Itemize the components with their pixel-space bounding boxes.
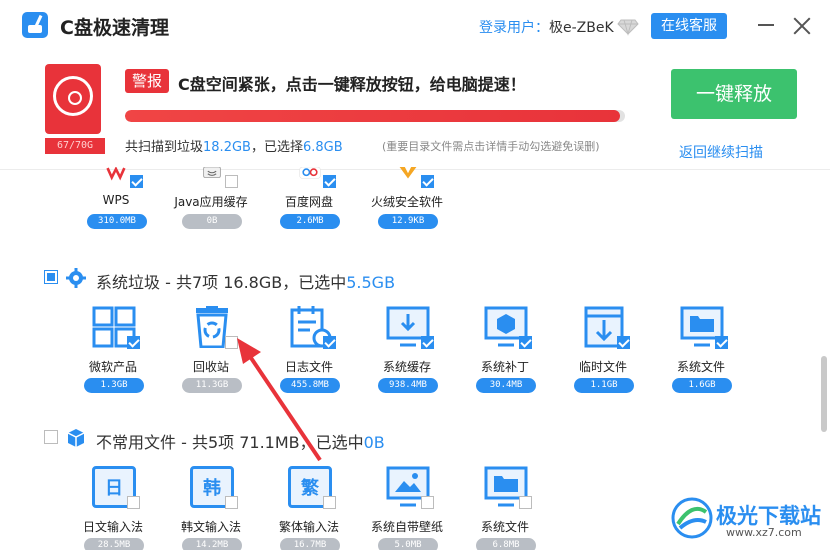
section-checkbox[interactable]	[44, 430, 58, 444]
item-checkbox[interactable]	[617, 336, 630, 349]
summary-total: 18.2GB	[203, 140, 251, 155]
item-checkbox[interactable]	[421, 496, 434, 509]
watermark-logo-icon	[671, 497, 713, 539]
item-size: 14.2MB	[182, 538, 242, 550]
disk-progress-bar	[125, 110, 625, 122]
item-checkbox[interactable]	[323, 496, 336, 509]
item-size: 5.0MB	[378, 538, 438, 550]
user-name[interactable]: 极e-ZBeK	[549, 17, 614, 37]
section-title-text: 系统垃圾 - 共7项 16.8GB，已选中	[96, 273, 347, 292]
section-checkbox[interactable]	[44, 270, 58, 284]
section-title: 系统垃圾 - 共7项 16.8GB，已选中5.5GB	[96, 269, 395, 293]
title-bar: C盘极速清理 登录用户： 极e-ZBeK 在线客服	[0, 0, 830, 52]
item-java-cache[interactable]: Java应用缓存 0B	[170, 167, 252, 237]
item-label: Java应用缓存	[174, 195, 248, 209]
item-temp-files[interactable]: 临时文件 1.1GB	[562, 306, 644, 393]
item-wallpaper[interactable]: 系统自带壁纸 5.0MB	[366, 466, 448, 550]
online-service-button[interactable]: 在线客服	[651, 13, 727, 39]
item-wps[interactable]: WPS 310.0MB	[75, 167, 157, 237]
item-system-patch[interactable]: 系统补丁 30.4MB	[464, 306, 546, 393]
item-label: 微软产品	[88, 360, 137, 374]
diamond-icon[interactable]	[617, 14, 639, 36]
item-size: 30.4MB	[476, 378, 536, 393]
section-selected: 0B	[363, 433, 385, 452]
item-checkbox[interactable]	[519, 496, 532, 509]
close-icon[interactable]	[792, 16, 812, 36]
item-label: 系统文件	[480, 520, 529, 534]
item-huorong[interactable]: 火绒安全软件 12.9KB	[366, 167, 448, 237]
broom-logo-icon	[22, 12, 48, 38]
gear-icon	[66, 268, 86, 288]
item-system-files[interactable]: 系统文件 1.6GB	[660, 306, 742, 393]
item-microsoft[interactable]: 微软产品 1.3GB	[72, 306, 154, 393]
minimize-icon[interactable]	[758, 24, 774, 26]
annotation-arrow-icon	[237, 338, 322, 462]
item-size: 1.3GB	[84, 378, 144, 393]
summary-selected: 6.8GB	[302, 140, 343, 155]
summary-prefix: 共扫描到垃圾	[125, 140, 204, 155]
item-label: 系统补丁	[480, 360, 529, 374]
item-size: 310.0MB	[87, 214, 147, 229]
item-rare-system-files[interactable]: 系统文件 6.8MB	[464, 466, 546, 550]
item-checkbox[interactable]	[127, 336, 140, 349]
item-size: 28.5MB	[84, 538, 144, 550]
item-checkbox[interactable]	[225, 496, 238, 509]
item-system-cache[interactable]: 系统缓存 938.4MB	[366, 306, 448, 393]
item-traditional-ime[interactable]: 繁 繁体输入法 16.7MB	[268, 466, 350, 550]
user-label: 登录用户：	[479, 20, 549, 36]
app-title: C盘极速清理	[60, 17, 169, 39]
item-size: 0B	[182, 214, 242, 229]
item-label: 系统文件	[676, 360, 725, 374]
alert-panel: 67/70G 警报 C盘空间紧张，点击一键释放按钮，给电脑提速！ 共扫描到垃圾1…	[0, 52, 830, 170]
item-checkbox[interactable]	[127, 496, 140, 509]
item-size: 1.6GB	[672, 378, 732, 393]
item-label: 繁体输入法	[278, 520, 339, 534]
item-size: 938.4MB	[378, 378, 438, 393]
item-japanese-ime[interactable]: 日 日文输入法 28.5MB	[72, 466, 154, 550]
item-size: 6.8MB	[476, 538, 536, 550]
item-label: WPS	[102, 193, 130, 207]
scan-summary: 共扫描到垃圾18.2GB，已选择6.8GB	[125, 136, 343, 155]
item-label: 日文输入法	[82, 520, 143, 534]
disk-usage-badge: 67/70G	[45, 138, 105, 154]
item-checkbox[interactable]	[130, 175, 143, 188]
item-checkbox[interactable]	[323, 175, 336, 188]
item-korean-ime[interactable]: 韩 韩文输入法 14.2MB	[170, 466, 252, 550]
section-selected: 5.5GB	[346, 273, 396, 292]
item-checkbox[interactable]	[421, 175, 434, 188]
watermark: 极光下载站 www.xz7.com	[668, 492, 828, 546]
item-checkbox[interactable]	[225, 175, 238, 188]
scan-note: (重要目录文件需点击详情手动勾选避免误删)	[382, 140, 600, 153]
item-checkbox[interactable]	[715, 336, 728, 349]
item-label: 百度网盘	[284, 195, 333, 209]
item-label: 火绒安全软件	[370, 195, 443, 209]
item-size: 2.6MB	[280, 214, 340, 229]
item-checkbox[interactable]	[421, 336, 434, 349]
alert-badge: 警报	[125, 69, 169, 93]
scrollbar-thumb[interactable]	[821, 356, 827, 432]
hard-disk-icon	[45, 64, 101, 134]
item-checkbox[interactable]	[519, 336, 532, 349]
item-label: 临时文件	[578, 360, 627, 374]
item-label: 系统自带壁纸	[370, 520, 443, 534]
cube-icon	[67, 429, 85, 447]
summary-mid: ，已选择	[250, 140, 303, 155]
item-size: 1.1GB	[574, 378, 634, 393]
rescan-link[interactable]: 返回继续扫描	[679, 142, 763, 162]
one-click-release-button[interactable]: 一键释放	[671, 69, 797, 119]
item-baidu-netdisk[interactable]: 百度网盘 2.6MB	[268, 167, 350, 237]
watermark-url: www.xz7.com	[726, 526, 802, 539]
item-label: 韩文输入法	[180, 520, 241, 534]
disk-progress-fill	[125, 110, 620, 122]
alert-message: C盘空间紧张，点击一键释放按钮，给电脑提速！	[178, 75, 526, 94]
item-label: 系统缓存	[382, 360, 431, 374]
item-size: 12.9KB	[378, 214, 438, 229]
item-size: 16.7MB	[280, 538, 340, 550]
